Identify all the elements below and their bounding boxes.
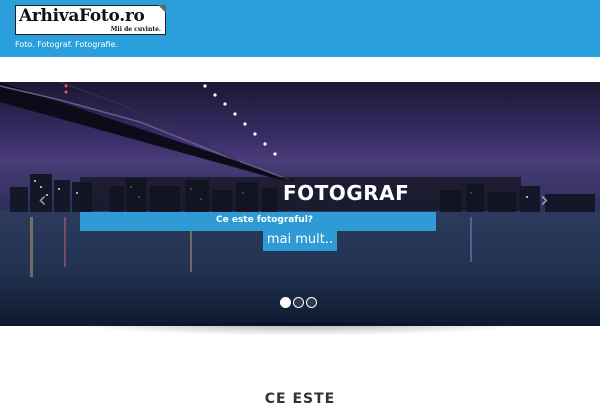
site-header: ArhivaFoto.ro Mii de cuvinte. Foto. Foto…	[0, 0, 600, 57]
slide-caption-title: FOTOGRAF	[283, 181, 410, 205]
logo-corner-mark	[158, 5, 166, 13]
chevron-right-icon[interactable]: ›	[540, 190, 549, 212]
slider-dot-3[interactable]	[306, 297, 317, 308]
chevron-left-icon[interactable]: ‹	[38, 190, 47, 212]
section-title: CE ESTE	[264, 391, 336, 407]
slider-shadow	[60, 322, 540, 336]
logo-text: ArhivaFoto.ro	[19, 6, 145, 26]
slide-caption-subtitle: Ce este fotograful?	[216, 215, 314, 225]
read-more-button[interactable]: mai mult..	[263, 229, 337, 251]
site-logo[interactable]: ArhivaFoto.ro Mii de cuvinte.	[15, 5, 166, 35]
slider-dot-1[interactable]	[280, 297, 291, 308]
site-tagline: Foto. Fotograf. Fotografie.	[15, 40, 119, 49]
logo-subtext: Mii de cuvinte.	[110, 26, 161, 33]
hero-slider[interactable]: FOTOGRAF Ce este fotograful? mai mult.. …	[0, 82, 600, 326]
slider-dot-2[interactable]	[293, 297, 304, 308]
